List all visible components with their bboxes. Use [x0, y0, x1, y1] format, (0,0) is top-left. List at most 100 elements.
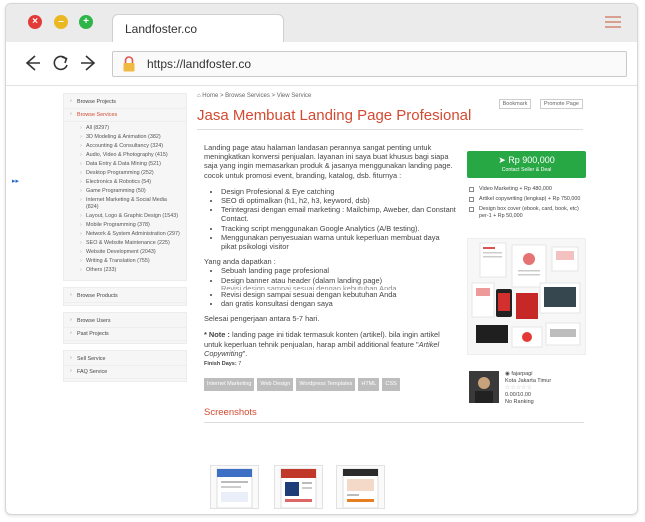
seller-location: Kota Jakarta Timur: [505, 378, 552, 384]
collapse-arrow-icon[interactable]: ▸▸: [12, 177, 19, 185]
option-video-marketing[interactable]: Video Marketing + Rp 480,000: [469, 186, 587, 193]
tag-list: Internet Marketing Web Design Wordpress …: [204, 378, 456, 392]
tag[interactable]: CSS: [382, 378, 400, 392]
service-description: Landing page atau halaman landasan peran…: [204, 143, 584, 423]
option-copywriting[interactable]: Artikel copywriting (lengkap) + Rp 750,0…: [469, 196, 587, 203]
feature-list: Design Profesional & Eye catching SEO di…: [221, 187, 456, 251]
option-box-cover[interactable]: Design box cover (ebook, card, book, etc…: [469, 206, 587, 220]
note-end: ".: [242, 348, 248, 358]
hamburger-menu-icon[interactable]: [605, 16, 621, 30]
category-link[interactable]: Internet Marketing & Social Media (824): [64, 196, 186, 212]
category-link[interactable]: SEO & Website Maintenance (225): [64, 239, 186, 248]
note: * Note : landing page ini tidak termasuk…: [204, 330, 456, 358]
back-arrow-icon[interactable]: [23, 54, 41, 72]
screenshot-image: [280, 468, 317, 509]
browser-tab[interactable]: Landfoster.co: [112, 14, 284, 44]
category-link[interactable]: Accounting & Consultancy (324): [64, 142, 186, 151]
screenshot-thumbnail[interactable]: [274, 465, 323, 509]
category-link[interactable]: Mobile Programming (378): [64, 221, 186, 230]
forward-arrow-icon[interactable]: [80, 54, 98, 72]
screenshots-divider: [204, 421, 584, 423]
promote-page-button[interactable]: Promote Page: [539, 99, 583, 109]
tag[interactable]: Wordpress Templates: [296, 378, 356, 392]
breadcrumb-section[interactable]: Browse Services: [225, 93, 270, 99]
timeline-text: Selesai pengerjaan antara 5-7 hari.: [204, 314, 320, 324]
seller-avatar[interactable]: [469, 371, 499, 403]
option-label: Design box cover (ebook, card, book, etc…: [479, 206, 579, 219]
price-line: ➤ Rp 900,000: [467, 151, 586, 166]
reload-icon[interactable]: [52, 54, 70, 72]
category-link[interactable]: Game Programming (50): [64, 187, 186, 196]
category-link[interactable]: Others (233): [64, 266, 186, 275]
page-content: ▸▸ Browse Projects Browse Services All (…: [6, 87, 637, 514]
screenshot-thumbnail[interactable]: [336, 465, 385, 509]
service-category-list: All (8297) 3D Modeling & Animation (382)…: [64, 122, 186, 278]
contact-seller-button[interactable]: ➤ Rp 900,000 Contact Seller & Deal: [467, 151, 586, 178]
sidebar-item-browse-products[interactable]: Browse Products: [64, 290, 186, 303]
lock-icon: [123, 56, 135, 72]
maximize-window-button[interactable]: +: [79, 15, 93, 29]
sidebar-item-faq-service[interactable]: FAQ Service: [64, 366, 186, 379]
screenshots-heading: Screenshots: [204, 407, 257, 419]
tag[interactable]: Web Design: [257, 378, 294, 392]
finish-days: Finish Days: 7: [204, 360, 456, 369]
seller-ranking: No Ranking: [505, 399, 534, 405]
sidebar-item-past-projects[interactable]: Past Projects: [64, 328, 186, 341]
screenshot-image: [216, 468, 253, 509]
title-bar: × – + Landfoster.co: [6, 4, 637, 44]
category-link[interactable]: Writing & Translation (755): [64, 257, 186, 266]
category-link[interactable]: Network & System Administration (297): [64, 230, 186, 239]
paper-plane-icon: ➤: [498, 155, 509, 165]
bookmark-button[interactable]: Bookmark: [498, 99, 532, 109]
finish-value: 7: [238, 361, 242, 368]
category-link[interactable]: All (8297): [64, 124, 186, 133]
minimize-window-button[interactable]: –: [54, 15, 68, 29]
address-bar[interactable]: https://landfoster.co: [112, 51, 627, 77]
category-link[interactable]: Data Entry & Data Mining (521): [64, 160, 186, 169]
sidebar-item-browse-services[interactable]: Browse Services: [64, 109, 186, 122]
feature-item: Tracking script menggunakan Google Analy…: [221, 224, 456, 233]
avatar-image: [469, 371, 499, 403]
option-checkbox[interactable]: [469, 207, 474, 212]
category-link[interactable]: Electronics & Robotics (54): [64, 178, 186, 187]
category-link[interactable]: Desktop Programming (252): [64, 169, 186, 178]
intro-text: Landing page atau halaman landasan peran…: [204, 143, 453, 180]
category-link[interactable]: 3D Modeling & Animation (382): [64, 133, 186, 142]
option-checkbox[interactable]: [469, 197, 474, 202]
screenshot-thumbnail[interactable]: [210, 465, 259, 509]
finish-label: Finish Days:: [204, 361, 237, 368]
note-label: * Note :: [204, 330, 230, 340]
option-checkbox[interactable]: [469, 187, 474, 192]
close-window-button[interactable]: ×: [28, 15, 42, 29]
breadcrumb-home[interactable]: Home: [202, 93, 218, 99]
page-actions: Bookmark Promote Page: [495, 92, 583, 110]
seller-username[interactable]: fajarpagi: [511, 371, 532, 377]
tab-title: Landfoster.co: [125, 22, 198, 36]
category-link[interactable]: Audio, Video & Photography (415): [64, 151, 186, 160]
title-divider: [197, 129, 583, 130]
price: Rp 900,000: [508, 155, 555, 165]
category-link[interactable]: Layout, Logo & Graphic Design (1543): [64, 212, 186, 221]
feature-text: Terintegrasi dengan email marketing : Ma…: [221, 205, 456, 224]
category-link[interactable]: Website Development (2043): [64, 248, 186, 257]
seller-rating: 0.00/10.00: [505, 392, 531, 398]
branding-mockup-image: [468, 239, 585, 354]
deliverable-item: Sebuah landing page profesional: [221, 266, 456, 275]
navigation-bar: https://landfoster.co: [6, 42, 637, 86]
tag[interactable]: Internet Marketing: [204, 378, 255, 392]
option-label: Artikel copywriting (lengkap) + Rp 750,0…: [479, 196, 581, 202]
contact-seller-label: Contact Seller & Deal: [501, 167, 552, 173]
deliverable-item: Revisi design sampai sesuai dengan kebut…: [221, 290, 456, 299]
sidebar-item-sell-service[interactable]: Sell Service: [64, 353, 186, 366]
deliverable-item: Design banner atau header (dalam landing…: [221, 276, 456, 285]
tag[interactable]: HTML: [358, 378, 380, 392]
seller-info: ◉ fajarpagi Kota Jakarta Timur ☆☆☆☆☆ 0.0…: [505, 371, 551, 406]
sidebar: Browse Projects Browse Services All (829…: [63, 93, 187, 388]
screenshot-image: [342, 468, 379, 509]
service-preview-image[interactable]: [467, 238, 586, 355]
sidebar-item-browse-users[interactable]: Browse Users: [64, 315, 186, 328]
sidebar-item-browse-projects[interactable]: Browse Projects: [64, 96, 186, 109]
additional-options: Video Marketing + Rp 480,000 Artikel cop…: [469, 186, 587, 223]
deliverable-item: dan gratis konsultasi dengan saya: [221, 299, 456, 308]
main-content: ⌂ Home > Browse Services > View Service …: [197, 93, 583, 130]
